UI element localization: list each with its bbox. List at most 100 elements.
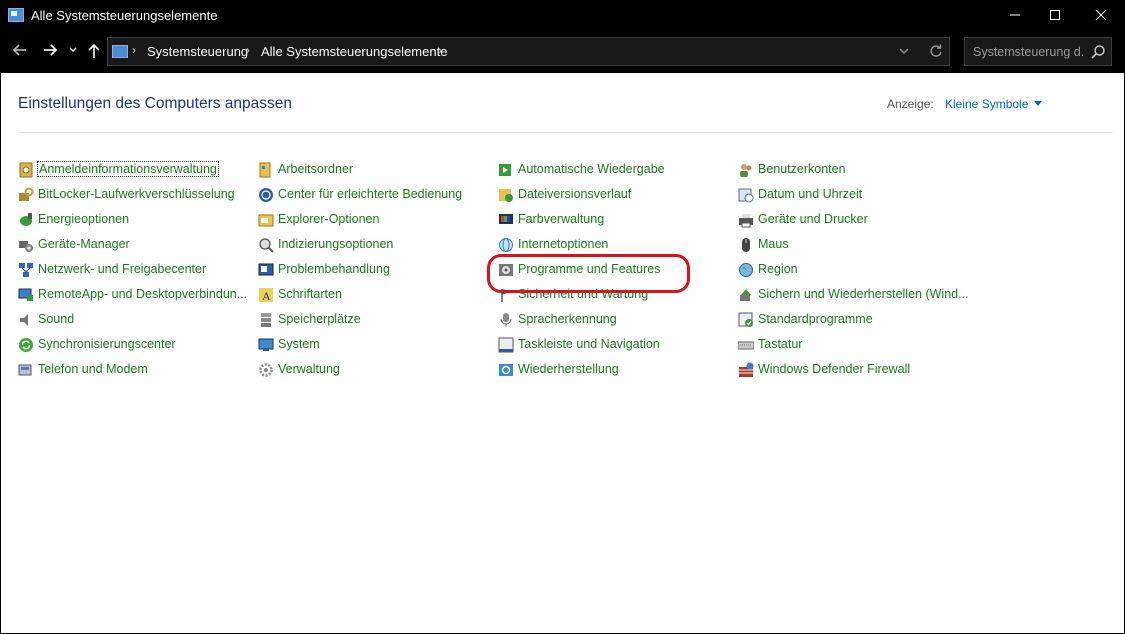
item-label: Automatische Wiedergabe: [518, 162, 665, 176]
item-label: Taskleiste und Navigation: [518, 337, 660, 351]
caret-down-icon: [1034, 101, 1043, 106]
fonts-icon: A: [259, 288, 273, 303]
item-label: Netzwerk- und Freigabecenter: [38, 262, 207, 276]
breadcrumb-alle-elemente[interactable]: Alle Systemsteuerungselemente: [261, 44, 447, 59]
arrow-left-icon: [12, 44, 26, 56]
folder-options-icon: [258, 214, 274, 227]
item-label: Arbeitsordner: [278, 162, 354, 176]
item-label: BitLocker-Laufwerkverschlüsselung: [38, 187, 235, 201]
chevron-right-icon[interactable]: ›: [246, 43, 250, 57]
item-label: Telefon und Modem: [38, 362, 148, 376]
item-label: Speicherplätze: [278, 312, 361, 326]
item-label: System: [278, 337, 320, 351]
phone-modem-icon: [18, 364, 32, 376]
taskbar-icon: [498, 337, 514, 353]
programs-features-icon: [499, 264, 513, 276]
item-label: Standardprogramme: [758, 312, 873, 326]
close-icon: [1095, 9, 1107, 21]
navigation-bar: › Systemsteuerung › Alle Systemsteuerung…: [0, 32, 1125, 73]
item-label: Indizierungsoptionen: [278, 237, 394, 251]
item-label: Sichern und Wiederherstellen (Wind...: [758, 287, 969, 301]
item-label: Windows Defender Firewall: [758, 362, 911, 376]
item-label: Internetoptionen: [518, 237, 609, 251]
item-label: Schriftarten: [278, 287, 342, 301]
item-label: Datum und Uhrzeit: [758, 187, 863, 201]
bitlocker-icon: [19, 187, 34, 201]
system-icon: [258, 338, 274, 351]
control-panel-content: Einstellungen des Computers anpassen Anz…: [1, 73, 1124, 633]
user-accounts-icon: [740, 164, 752, 177]
item-label: Problembehandlung: [278, 262, 390, 276]
breadcrumb-systemsteuerung[interactable]: Systemsteuerung: [147, 44, 248, 59]
back-button[interactable]: [10, 40, 30, 62]
remoteapp-icon: [18, 288, 33, 301]
device-manager-icon: [19, 241, 33, 252]
window-title: Alle Systemsteuerungselemente: [31, 8, 218, 23]
search-icon[interactable]: [1090, 44, 1106, 60]
mouse-icon: [742, 238, 750, 252]
item-label: Farbverwaltung: [518, 212, 605, 226]
chevron-right-icon: ›: [132, 43, 136, 57]
indexing-icon: [259, 238, 274, 253]
up-button[interactable]: [84, 40, 104, 62]
security-maintenance-icon: [501, 289, 511, 302]
arrow-up-icon: [88, 43, 100, 58]
item-label: RemoteApp- und Desktopverbindun...: [38, 287, 248, 301]
forward-button[interactable]: [40, 40, 60, 62]
view-mode-value: Kleine Symbole: [945, 97, 1029, 111]
region-icon: [739, 263, 753, 277]
chevron-right-icon[interactable]: ›: [438, 43, 442, 57]
close-button[interactable]: [1078, 0, 1124, 32]
item-label: Programme und Features: [518, 262, 661, 276]
item-label: Region: [758, 262, 798, 276]
sync-icon: [19, 338, 33, 352]
minimize-icon: [1010, 14, 1020, 16]
ease-of-access-icon: [259, 188, 273, 202]
view-mode-select[interactable]: Kleine Symbole: [945, 97, 1043, 111]
power-options-icon: [20, 213, 32, 226]
work-folders-icon: [259, 162, 271, 178]
keyboard-icon: [738, 341, 754, 350]
item-label: Verwaltung: [278, 362, 340, 376]
svg-text:A: A: [262, 289, 271, 303]
item-label: Geräte-Manager: [38, 237, 130, 251]
view-label: Anzeige:: [887, 97, 934, 111]
item-label: Explorer-Optionen: [278, 212, 380, 226]
administrative-tools-icon: [259, 363, 273, 377]
item-label: Sound: [38, 312, 75, 326]
item-label: Wiederherstellung: [518, 362, 619, 376]
title-bar: Alle Systemsteuerungselemente: [0, 0, 1125, 32]
refresh-icon: [930, 44, 942, 57]
autoplay-icon: [499, 164, 511, 176]
item-label: Tastatur: [758, 337, 803, 351]
maximize-icon: [1050, 10, 1060, 20]
item-label: Synchronisierungscenter: [38, 337, 176, 351]
search-input[interactable]: [965, 38, 1085, 65]
credential-manager-icon: [19, 162, 33, 178]
item-label: Dateiversionsverlauf: [518, 187, 632, 201]
speaker-icon: [20, 314, 28, 326]
address-history-dropdown[interactable]: [898, 42, 914, 60]
date-time-icon: [738, 188, 754, 203]
item-label: Spracherkennung: [518, 312, 617, 326]
control-panel-icon: [8, 8, 24, 22]
file-history-icon: [499, 189, 513, 202]
microphone-icon: [500, 313, 512, 327]
search-box[interactable]: [964, 37, 1112, 66]
chevron-down-icon: [69, 47, 77, 53]
item-label: Geräte und Drucker: [758, 212, 868, 226]
refresh-button[interactable]: [926, 41, 946, 61]
address-bar[interactable]: › Systemsteuerung › Alle Systemsteuerung…: [107, 37, 950, 66]
page-title: Einstellungen des Computers anpassen: [18, 95, 293, 112]
item-label: Energieoptionen: [38, 212, 130, 226]
item-label: Maus: [758, 237, 789, 251]
devices-printers-icon: [739, 214, 753, 228]
maximize-button[interactable]: [1032, 0, 1078, 32]
item-label: Anmeldeinformationsverwaltung: [37, 161, 219, 177]
recent-locations-button[interactable]: [66, 40, 80, 62]
item-label: Sicherheit und Wartung: [518, 287, 649, 301]
internet-options-icon: [499, 238, 513, 252]
arrow-right-icon: [44, 44, 58, 56]
item-label: Center für erleichterte Bedienung: [278, 187, 463, 201]
backup-restore-icon: [740, 289, 751, 301]
